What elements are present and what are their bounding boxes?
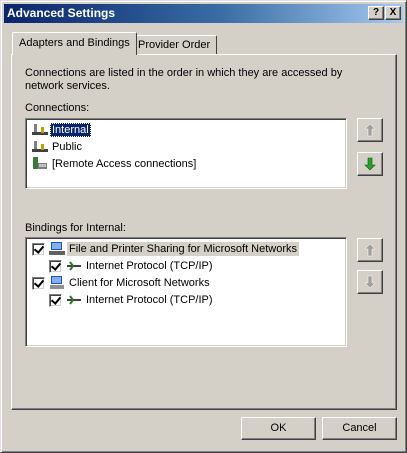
ok-label: OK <box>270 422 287 434</box>
tab-label: Adapters and Bindings <box>19 37 130 49</box>
tab-adapters-and-bindings[interactable]: Adapters and Bindings <box>12 32 137 55</box>
close-button[interactable]: X <box>385 6 401 20</box>
cancel-label: Cancel <box>342 422 377 434</box>
advanced-settings-window: Advanced Settings ? X Adapters and Bindi… <box>0 0 407 453</box>
tab-provider-order[interactable]: Provider Order <box>131 35 218 55</box>
help-icon: ? <box>372 7 380 18</box>
close-icon: X <box>389 7 397 18</box>
help-button[interactable]: ? <box>368 6 384 20</box>
ok-button[interactable]: OK <box>241 417 316 440</box>
tab-panel <box>11 54 397 410</box>
cancel-button[interactable]: Cancel <box>322 417 397 440</box>
tab-label: Provider Order <box>138 39 211 51</box>
window-title: Advanced Settings <box>7 6 116 20</box>
title-bar[interactable]: Advanced Settings <box>4 4 403 23</box>
